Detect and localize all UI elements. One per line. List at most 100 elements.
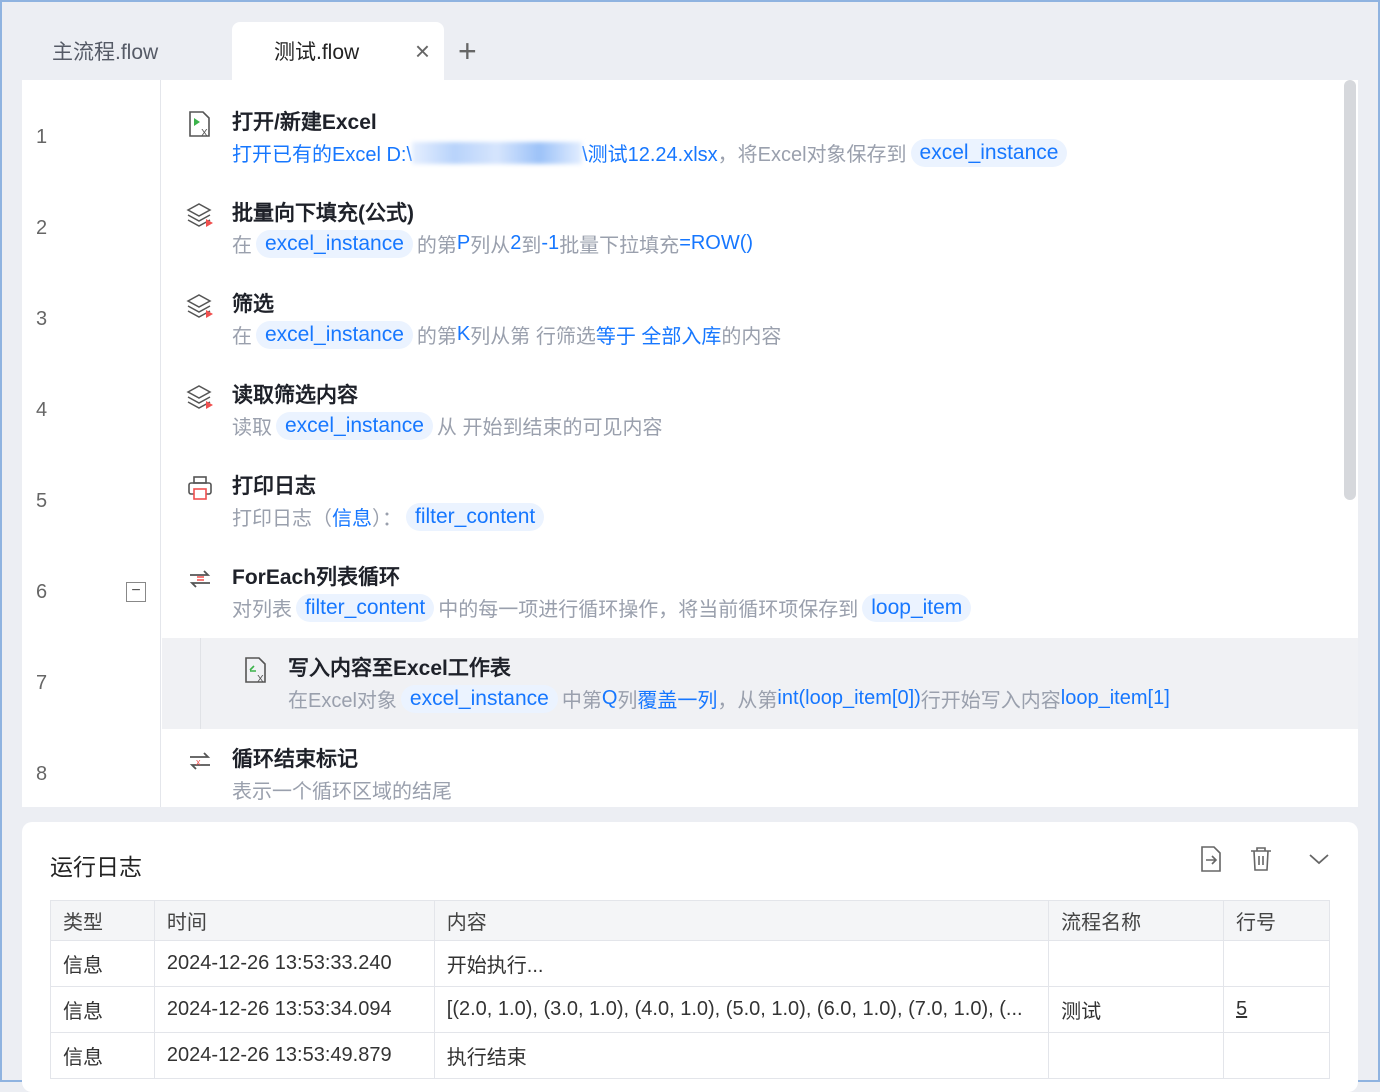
step-description: 在 excel_instance 的第 K 列从第 行筛选 等于 全部入库 的内容 bbox=[232, 320, 781, 349]
flow-step[interactable]: X 打开/新建Excel 打开已有的Excel D:\ \测试12.24.xlsx ，将… bbox=[162, 92, 1358, 183]
indent-guide bbox=[200, 638, 201, 729]
desc-text: 的内容 bbox=[721, 326, 782, 348]
log-title: 运行日志 bbox=[50, 854, 142, 880]
collapse-toggle[interactable]: − bbox=[126, 582, 146, 602]
column-header: 内容 bbox=[433, 900, 1050, 941]
flow-step[interactable]: 读取筛选内容 读取 excel_instance 从 开始到结束的可见内容 bbox=[162, 365, 1358, 456]
variable-chip: excel_instance bbox=[910, 138, 1068, 167]
layers-icon bbox=[186, 292, 214, 320]
flow-step[interactable]: 筛选在 excel_instance 的第 K 列从第 行筛选 等于 全部入库 的内… bbox=[162, 274, 1358, 365]
step-title: ForEach列表循环 bbox=[232, 566, 401, 589]
export-icon[interactable] bbox=[1198, 846, 1224, 872]
redacted-path bbox=[412, 141, 583, 164]
desc-text: 打开已有的Excel D:\ bbox=[232, 144, 413, 166]
desc-text: ，从第 bbox=[717, 690, 778, 712]
line-number: 5 bbox=[36, 490, 48, 512]
flow-step[interactable]: x 循环结束标记表示一个循环区域的结尾 bbox=[162, 729, 1358, 807]
variable-chip: filter_content bbox=[406, 502, 545, 531]
desc-text: 表示一个循环区域的结尾 bbox=[232, 781, 452, 803]
svg-text:X: X bbox=[257, 674, 264, 684]
desc-text: 覆盖一列 bbox=[637, 690, 718, 712]
printer-icon bbox=[186, 474, 214, 502]
desc-text: ，将Excel对象保存到 bbox=[717, 144, 907, 166]
desc-text: 行开始写入内容 bbox=[920, 690, 1061, 712]
loop-end-icon: x bbox=[186, 747, 214, 775]
tab-label: 主流程.flow bbox=[52, 41, 159, 64]
step-description: 读取 excel_instance 从 开始到结束的可见内容 bbox=[232, 411, 662, 440]
variable-chip: loop_item bbox=[862, 593, 972, 622]
desc-text: Q bbox=[601, 687, 618, 709]
step-title: 批量向下填充(公式) bbox=[232, 202, 414, 225]
flow-step[interactable]: 打印日志 打印日志（ 信息）： filter_content bbox=[162, 456, 1358, 547]
desc-text: 对列表 bbox=[232, 599, 292, 621]
desc-text: 列 bbox=[617, 690, 638, 712]
variable-chip: filter_content bbox=[296, 593, 435, 622]
log-cell[interactable] bbox=[1223, 1032, 1330, 1079]
step-description: 对列表 filter_content 中的每一项进行循环操作，将当前循环项保存到 lo… bbox=[232, 593, 975, 622]
desc-text: 等于 全部入库 bbox=[595, 326, 722, 348]
log-cell: 信息 bbox=[50, 940, 155, 987]
log-cell: 执行结束 bbox=[433, 1032, 1050, 1079]
layers-icon bbox=[186, 383, 214, 411]
log-table: 类型 时间 内容 流程名称 行号 信息 2024-12-26 13:53:33.240 开始执… bbox=[50, 900, 1330, 1079]
line-number: 6 bbox=[36, 581, 48, 603]
scrollbar[interactable] bbox=[1344, 80, 1356, 500]
desc-text: 在Excel对象 bbox=[288, 690, 397, 712]
log-cell: 信息 bbox=[50, 1032, 155, 1079]
desc-text: 打印日志（ bbox=[232, 508, 332, 530]
line-number: 2 bbox=[36, 217, 48, 239]
log-cell: 2024-12-26 13:53:34.094 bbox=[153, 986, 435, 1033]
desc-text: K bbox=[456, 323, 471, 345]
variable-chip: excel_instance bbox=[400, 684, 558, 713]
trash-icon[interactable] bbox=[1248, 846, 1274, 872]
line-number: 1 bbox=[36, 126, 48, 148]
desc-text: P bbox=[456, 232, 471, 254]
desc-text: 的第 bbox=[416, 235, 457, 257]
step-title: 循环结束标记 bbox=[232, 748, 358, 771]
close-icon[interactable]: × bbox=[415, 36, 430, 67]
add-tab-button[interactable]: + bbox=[458, 22, 477, 80]
log-cell[interactable]: 5 bbox=[1223, 986, 1330, 1033]
desc-text: 信息 bbox=[332, 508, 372, 530]
desc-text: 到 bbox=[521, 235, 542, 257]
column-header: 时间 bbox=[153, 900, 435, 941]
chevron-down-icon[interactable] bbox=[1306, 846, 1332, 872]
line-number: 7 bbox=[36, 672, 48, 694]
log-row[interactable]: 信息 2024-12-26 13:53:34.094 [(2.0, 1.0), (3… bbox=[50, 986, 1330, 1033]
column-header: 类型 bbox=[50, 900, 155, 941]
desc-text: 批量下拉填充 bbox=[559, 235, 680, 257]
line-number: 3 bbox=[36, 308, 48, 330]
flow-step[interactable]: ForEach列表循环对列表 filter_content 中的每一项进行循环操作，… bbox=[162, 547, 1358, 638]
svg-text:x: x bbox=[196, 757, 201, 767]
step-title: 写入内容至Excel工作表 bbox=[288, 657, 511, 680]
log-row[interactable]: 信息 2024-12-26 13:53:33.240 开始执行... bbox=[50, 940, 1330, 987]
excel-file-icon: X bbox=[186, 110, 214, 139]
column-header: 行号 bbox=[1223, 900, 1330, 941]
run-log-panel: 运行日志 类型 时间 内容 流程名称 行号 信息 2024-12-26 13:53:33.2… bbox=[22, 822, 1358, 1092]
excel-write-icon: X bbox=[242, 656, 270, 685]
desc-text: 从 开始到结束的可见内容 bbox=[436, 417, 663, 439]
log-row[interactable]: 信息 2024-12-26 13:53:49.879 执行结束 bbox=[50, 1032, 1330, 1079]
step-description: 打印日志（ 信息）： filter_content bbox=[232, 502, 548, 531]
desc-text: -1 bbox=[541, 232, 560, 254]
desc-text: \测试12.24.xlsx bbox=[582, 144, 718, 166]
loop-icon bbox=[186, 565, 214, 593]
variable-chip: excel_instance bbox=[256, 320, 413, 349]
desc-text: 在 bbox=[232, 326, 252, 348]
log-cell[interactable] bbox=[1223, 940, 1330, 987]
tab-main-flow[interactable]: 主流程.flow bbox=[32, 22, 232, 80]
line-number: 4 bbox=[36, 399, 48, 421]
flow-step[interactable]: 批量向下填充(公式) 在 excel_instance 的第 P 列从 2 到 -1 … bbox=[162, 183, 1358, 274]
log-cell: [(2.0, 1.0), (3.0, 1.0), (4.0, 1.0), (5.… bbox=[433, 986, 1050, 1033]
desc-text: 2 bbox=[510, 232, 522, 254]
desc-text: ）： bbox=[372, 508, 402, 530]
variable-chip: excel_instance bbox=[276, 411, 433, 440]
column-header: 流程名称 bbox=[1048, 900, 1225, 941]
flow-step[interactable]: X 写入内容至Excel工作表 在Excel对象 excel_instance 中第 Q 列… bbox=[162, 638, 1358, 729]
desc-text: =ROW() bbox=[679, 232, 754, 254]
tab-test-flow[interactable]: 测试.flow × bbox=[232, 22, 444, 80]
log-cell: 信息 bbox=[50, 986, 155, 1033]
desc-text: 列从第 行筛选 bbox=[470, 326, 596, 348]
step-description: 在 excel_instance 的第 P 列从 2 到 -1 批量下拉填充 =RO… bbox=[232, 229, 753, 258]
log-cell: 2024-12-26 13:53:33.240 bbox=[153, 940, 435, 987]
